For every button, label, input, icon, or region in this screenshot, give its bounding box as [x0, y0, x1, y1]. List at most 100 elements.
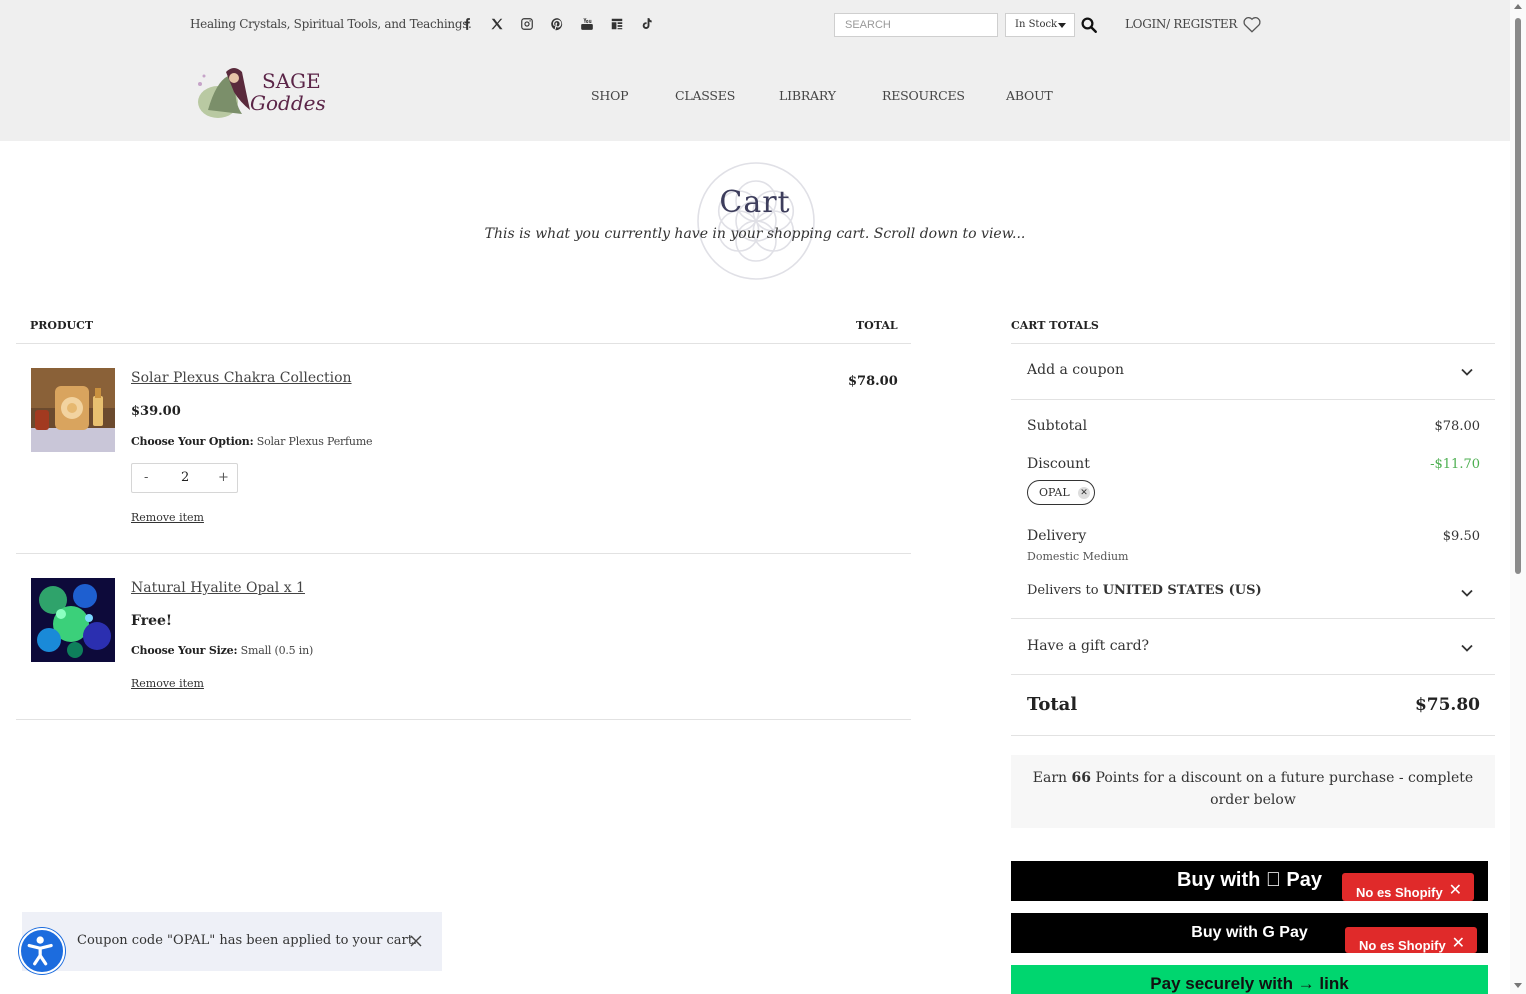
nav-classes[interactable]: CLASSES — [675, 88, 735, 103]
site-tagline: Healing Crystals, Spiritual Tools, and T… — [190, 17, 472, 31]
x-icon[interactable] — [490, 16, 504, 32]
search-input[interactable]: SEARCH — [834, 13, 998, 37]
tiktok-icon[interactable] — [640, 16, 654, 32]
divider — [1011, 399, 1495, 400]
discount-label: Discount — [1027, 456, 1090, 472]
coupon-code: OPAL — [1039, 486, 1070, 499]
column-header-product: PRODUCT — [30, 319, 94, 332]
chevron-down-icon[interactable] — [1461, 644, 1473, 652]
quantity-decrease-button[interactable]: - — [144, 470, 148, 485]
close-icon[interactable]: ✕ — [1449, 883, 1462, 899]
page-title: Cart — [719, 185, 791, 220]
applied-coupon-chip: OPAL ✕ — [1027, 480, 1095, 505]
delivers-to-country: UNITED STATES (US) — [1102, 583, 1262, 598]
product-name-link[interactable]: Solar Plexus Chakra Collection — [131, 370, 352, 386]
delivers-to-prefix: Delivers to — [1027, 583, 1099, 598]
remove-coupon-icon[interactable]: ✕ — [1078, 487, 1090, 499]
not-shopify-label: No es Shopify — [1359, 938, 1446, 953]
link-pay-button[interactable]: Pay securely with → link — [1011, 965, 1488, 994]
quantity-stepper: - 2 + — [131, 463, 238, 493]
google-pay-button[interactable]: Buy with G Pay No es Shopify ✕ — [1011, 913, 1488, 953]
stock-filter-value: In Stock — [1015, 19, 1058, 30]
divider — [16, 553, 911, 554]
nav-about[interactable]: ABOUT — [1006, 88, 1053, 103]
svg-text:SAGE: SAGE — [262, 69, 321, 93]
subtotal-label: Subtotal — [1027, 418, 1088, 434]
subtotal-value: $78.00 — [1434, 419, 1481, 434]
rewards-points-notice: Earn 66 Points for a discount on a futur… — [1011, 755, 1495, 828]
points-prefix: Earn — [1032, 770, 1068, 786]
nav-shop[interactable]: SHOP — [591, 88, 629, 103]
divider — [1011, 618, 1495, 619]
accessibility-button[interactable] — [19, 928, 65, 974]
accessibility-icon — [27, 936, 53, 966]
nav-library[interactable]: LIBRARY — [779, 88, 836, 103]
facebook-icon[interactable] — [460, 16, 474, 32]
option-value: Small (0.5 in) — [240, 644, 314, 657]
delivery-method: Domestic Medium — [1027, 550, 1129, 563]
flower-of-life-emblem — [695, 160, 817, 282]
instagram-icon[interactable] — [520, 16, 534, 32]
heart-icon[interactable] — [1242, 15, 1262, 33]
social-links — [460, 16, 654, 32]
blog-icon[interactable] — [610, 16, 624, 32]
product-option: Choose Your Size: Small (0.5 in) — [131, 644, 313, 657]
divider — [1011, 674, 1495, 675]
apple-pay-button[interactable]: Buy with  Pay No es Shopify ✕ — [1011, 861, 1488, 901]
link-pay-label: Pay securely with → link — [1150, 974, 1349, 993]
login-register-link[interactable]: LOGIN/ REGISTER — [1125, 17, 1237, 31]
product-name-link[interactable]: Natural Hyalite Opal x 1 — [131, 580, 305, 596]
total-label: Total — [1027, 694, 1078, 715]
product-option: Choose Your Option: Solar Plexus Perfume — [131, 435, 373, 448]
delivery-value: $9.50 — [1442, 529, 1480, 544]
delivers-to[interactable]: Delivers to UNITED STATES (US) — [1027, 583, 1262, 598]
site-logo[interactable]: SAGE Goddess — [190, 62, 336, 122]
svg-text:Goddess: Goddess — [250, 91, 325, 115]
delivery-label: Delivery — [1027, 528, 1087, 544]
quantity-input[interactable]: 2 — [181, 470, 189, 485]
toast-message: Coupon code "OPAL" has been applied to y… — [77, 933, 418, 948]
cart-totals-title: CART TOTALS — [1011, 319, 1099, 332]
caret-down-icon — [1058, 23, 1066, 28]
not-shopify-badge[interactable]: No es Shopify ✕ — [1342, 873, 1474, 901]
add-coupon-toggle[interactable]: Add a coupon — [1027, 362, 1124, 378]
nav-resources[interactable]: RESOURCES — [882, 88, 965, 103]
divider — [16, 719, 911, 720]
scroll-down-arrow-icon[interactable] — [1514, 983, 1522, 988]
divider — [16, 343, 911, 344]
discount-value: -$11.70 — [1430, 457, 1480, 472]
search-icon[interactable] — [1080, 16, 1098, 34]
product-thumbnail[interactable] — [31, 578, 115, 662]
youtube-icon[interactable] — [580, 16, 594, 32]
coupon-applied-toast: Coupon code "OPAL" has been applied to y… — [22, 912, 442, 971]
option-label: Choose Your Size: — [131, 644, 238, 657]
site-header: Healing Crystals, Spiritual Tools, and T… — [0, 0, 1510, 141]
stock-filter-select[interactable]: In Stock — [1005, 13, 1075, 37]
divider — [1011, 343, 1495, 344]
quantity-increase-button[interactable]: + — [218, 470, 229, 485]
page-scrollbar[interactable] — [1510, 0, 1526, 994]
scroll-up-arrow-icon[interactable] — [1514, 4, 1522, 9]
product-price: $39.00 — [131, 404, 181, 419]
line-total: $78.00 — [848, 374, 898, 389]
page-subtitle: This is what you currently have in your … — [484, 226, 1026, 242]
option-value: Solar Plexus Perfume — [256, 435, 373, 448]
remove-item-link[interactable]: Remove item — [131, 677, 204, 690]
points-value: 66 — [1071, 770, 1092, 786]
product-price: Free! — [131, 613, 173, 629]
column-header-total: TOTAL — [856, 319, 898, 332]
not-shopify-label: No es Shopify — [1356, 885, 1443, 900]
not-shopify-badge[interactable]: No es Shopify ✕ — [1345, 927, 1477, 953]
points-suffix: Points for a discount on a future purcha… — [1095, 770, 1474, 808]
divider — [1011, 735, 1495, 736]
chevron-down-icon[interactable] — [1461, 589, 1473, 597]
close-icon[interactable]: ✕ — [1452, 936, 1465, 952]
total-value: $75.80 — [1414, 695, 1480, 715]
gift-card-toggle[interactable]: Have a gift card? — [1027, 638, 1149, 654]
product-thumbnail[interactable] — [31, 368, 115, 452]
remove-item-link[interactable]: Remove item — [131, 511, 204, 524]
pinterest-icon[interactable] — [550, 16, 564, 32]
chevron-down-icon[interactable] — [1461, 368, 1473, 376]
close-icon[interactable] — [410, 935, 422, 947]
scrollbar-thumb[interactable] — [1515, 18, 1521, 574]
